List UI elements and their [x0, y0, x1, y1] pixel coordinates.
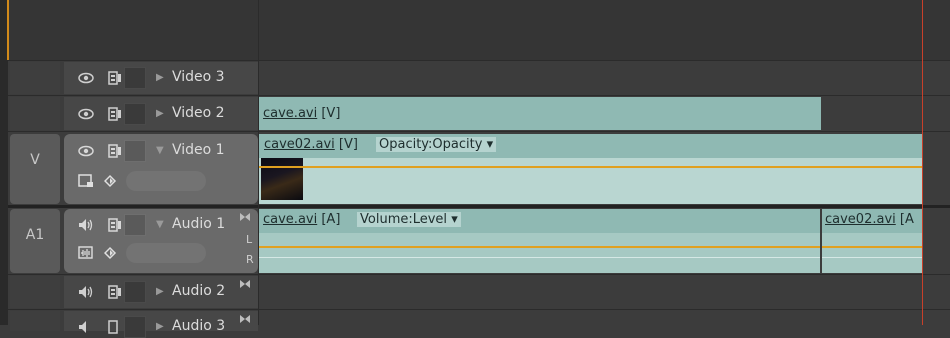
- track-target-label: V: [30, 152, 40, 168]
- track-lock-box[interactable]: [124, 214, 146, 236]
- clip-suffix: [V]: [321, 106, 341, 121]
- display-style-icon[interactable]: [78, 174, 94, 188]
- effect-dropdown[interactable]: Volume:Level ▾: [357, 212, 461, 227]
- clip-audio1-cave[interactable]: cave.avi [A] Volume:Level ▾: [259, 209, 820, 273]
- track-target-video1[interactable]: V: [10, 134, 60, 204]
- track-name: Audio 2: [172, 283, 226, 299]
- sync-lock-icon[interactable]: [108, 320, 122, 334]
- keyframe-nav-pill[interactable]: [126, 243, 206, 263]
- playhead-line[interactable]: [922, 0, 923, 325]
- collapse-triangle-icon[interactable]: ▼: [156, 145, 164, 156]
- row-divider: [8, 60, 950, 61]
- expand-triangle-icon[interactable]: ▶: [156, 286, 164, 297]
- sync-lock-icon[interactable]: [108, 71, 122, 85]
- track-header-audio2[interactable]: ▶ Audio 2: [64, 276, 258, 308]
- track-target-audio2[interactable]: [10, 276, 60, 308]
- clip-video2-cave[interactable]: cave.avi [V]: [259, 97, 821, 130]
- track-target-video2[interactable]: [10, 97, 60, 130]
- waveform-display-icon[interactable]: [78, 246, 94, 260]
- clip-thumbnail: [261, 158, 303, 200]
- row-divider: [8, 95, 950, 96]
- track-target-label: A1: [25, 227, 45, 243]
- track-header-audio3[interactable]: ▶ Audio 3: [64, 311, 258, 338]
- track-header-video1[interactable]: ▼ Video 1: [64, 134, 258, 204]
- clip-keyframe-area: [259, 158, 922, 204]
- track-name: Audio 3: [172, 318, 226, 334]
- channel-link-icon: [240, 315, 250, 323]
- row-divider: [8, 309, 950, 310]
- track-target-audio3[interactable]: [10, 311, 60, 331]
- row-divider: [8, 131, 950, 132]
- sync-lock-icon[interactable]: [108, 218, 122, 232]
- eye-icon[interactable]: [78, 107, 94, 121]
- timeline-header-area: [0, 0, 950, 60]
- row-divider: [8, 274, 950, 275]
- clip-suffix: [A]: [321, 212, 341, 227]
- effect-dropdown-label: Opacity:Opacity: [379, 137, 483, 152]
- channel-divider: [822, 257, 922, 258]
- dropdown-arrow-icon: ▾: [486, 137, 494, 152]
- speaker-icon[interactable]: [78, 285, 94, 299]
- track-name: Video 2: [172, 105, 225, 121]
- channel-divider: [259, 257, 820, 258]
- sync-lock-icon[interactable]: [108, 144, 122, 158]
- expand-triangle-icon[interactable]: ▶: [156, 108, 164, 119]
- track-target-audio1[interactable]: A1: [10, 209, 60, 273]
- track-lock-box[interactable]: [124, 140, 146, 162]
- clip-waveform-area: [822, 233, 922, 273]
- track-header-video3[interactable]: ▶ Video 3: [64, 62, 258, 94]
- dropdown-arrow-icon: ▾: [451, 212, 458, 227]
- eye-icon[interactable]: [78, 144, 94, 158]
- channel-left-label: L: [246, 233, 253, 246]
- video-audio-divider: [8, 205, 950, 208]
- clip-audio1-cave02[interactable]: cave02.avi [A: [822, 209, 922, 273]
- clip-suffix: [A: [899, 212, 914, 227]
- sync-lock-icon[interactable]: [108, 107, 122, 121]
- clip-label: cave.avi [A]: [263, 212, 340, 227]
- sync-lock-icon[interactable]: [108, 285, 122, 299]
- keyframe-diamond-icon[interactable]: [104, 174, 120, 188]
- track-header-audio1[interactable]: ▼ Audio 1 L R: [64, 209, 258, 273]
- track-name: Audio 1: [172, 216, 226, 232]
- clip-name: cave.avi: [263, 212, 318, 227]
- volume-keyframe-line[interactable]: [822, 246, 922, 248]
- speaker-icon[interactable]: [78, 320, 94, 334]
- track-lock-box[interactable]: [124, 316, 146, 338]
- work-area-marker: [7, 0, 9, 60]
- track-lock-box[interactable]: [124, 67, 146, 89]
- collapse-triangle-icon[interactable]: ▼: [156, 219, 164, 230]
- clip-suffix: [V]: [338, 137, 358, 152]
- speaker-icon[interactable]: [78, 218, 94, 232]
- clip-video1-cave02[interactable]: cave02.avi [V] Opacity:Opacity ▾: [259, 134, 922, 204]
- channel-link-icon: [240, 213, 250, 221]
- effect-dropdown[interactable]: Opacity:Opacity ▾: [376, 137, 497, 152]
- clip-waveform-area: [259, 233, 820, 273]
- clip-label: cave02.avi [A: [825, 212, 914, 227]
- clip-name: cave.avi: [263, 106, 318, 121]
- eye-icon[interactable]: [78, 71, 94, 85]
- clip-name: cave02.avi: [264, 137, 335, 152]
- clip-name: cave02.avi: [825, 212, 896, 227]
- channel-right-label: R: [246, 253, 254, 266]
- clip-label: cave02.avi [V]: [264, 137, 358, 152]
- keyframe-diamond-icon[interactable]: [104, 246, 120, 260]
- volume-keyframe-line[interactable]: [259, 246, 820, 248]
- expand-triangle-icon[interactable]: ▶: [156, 72, 164, 83]
- channel-link-icon: [240, 280, 250, 288]
- track-name: Video 1: [172, 142, 225, 158]
- track-header-video2[interactable]: ▶ Video 2: [64, 97, 258, 130]
- track-target-video3[interactable]: [10, 62, 60, 94]
- opacity-keyframe-line[interactable]: [259, 166, 922, 168]
- track-lock-box[interactable]: [124, 281, 146, 303]
- clip-label: cave.avi [V]: [263, 106, 340, 121]
- effect-dropdown-label: Volume:Level: [360, 212, 448, 227]
- track-name: Video 3: [172, 69, 225, 85]
- expand-triangle-icon[interactable]: ▶: [156, 321, 164, 332]
- track-lock-box[interactable]: [124, 103, 146, 125]
- keyframe-nav-pill[interactable]: [126, 171, 206, 191]
